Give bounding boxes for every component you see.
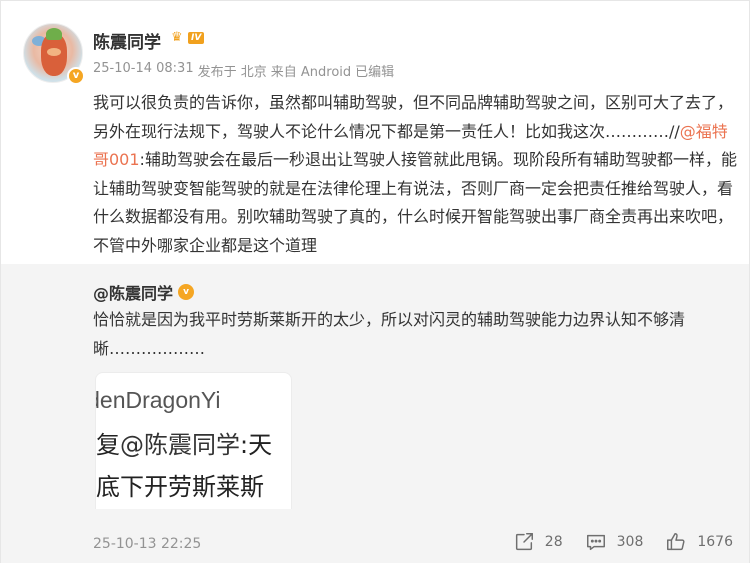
like-icon bbox=[667, 533, 685, 551]
crown-icon: ♛ bbox=[171, 30, 183, 45]
post-location: 发布于 北京 bbox=[197, 65, 267, 80]
comment-icon bbox=[586, 534, 605, 551]
post-source: 来自 Android bbox=[270, 65, 352, 80]
like-button[interactable]: 1676 bbox=[665, 531, 733, 553]
repost-image[interactable]: ldenDragonYi 复@陈震同学:天 底下开劳斯莱斯 bbox=[95, 372, 292, 519]
repost-footer: 25-10-13 22:25 28 308 1676 bbox=[1, 509, 749, 563]
author-name[interactable]: 陈震同学 bbox=[93, 28, 161, 53]
action-bar: 28 308 1676 bbox=[491, 531, 733, 553]
repost-author[interactable]: @陈震同学 bbox=[93, 280, 173, 304]
post-edited[interactable]: 已编辑 bbox=[355, 61, 394, 80]
post-content: 我可以很负责的告诉你，虽然都叫辅助驾驶，但不同品牌辅助驾驶之间，区别可大了去了，… bbox=[93, 89, 738, 260]
avatar[interactable]: v bbox=[23, 23, 85, 85]
repost-date[interactable]: 25-10-13 22:25 bbox=[93, 536, 201, 552]
repost-text: 恰恰就是因为我平时劳斯莱斯开的太少，所以对闪灵的辅助驾驶能力边界认知不够清晰……… bbox=[93, 310, 686, 358]
image-text-line-3: 底下开劳斯莱斯 bbox=[96, 473, 264, 501]
vip-level-badge[interactable]: ♛ IV bbox=[171, 30, 205, 45]
image-text-line-1: ldenDragonYi bbox=[95, 387, 221, 413]
share-icon bbox=[515, 533, 533, 551]
content-text-1: 我可以很负责的告诉你，虽然都叫辅助驾驶，但不同品牌辅助驾驶之间，区别可大了去了，… bbox=[93, 93, 734, 141]
level-label: IV bbox=[188, 31, 205, 44]
image-text-line-2: 复@陈震同学:天 bbox=[96, 431, 273, 459]
comment-button[interactable]: 308 bbox=[585, 531, 644, 553]
verified-icon: v bbox=[178, 284, 195, 300]
share-button[interactable]: 28 bbox=[513, 531, 563, 553]
weibo-post: v 陈震同学 ♛ IV 25-10-14 08:31 发布于 北京 来自 And… bbox=[0, 0, 750, 563]
reposted-content[interactable]: @陈震同学 v 恰恰就是因为我平时劳斯莱斯开的太少，所以对闪灵的辅助驾驶能力边界… bbox=[1, 264, 749, 519]
post-timestamp[interactable]: 25-10-14 08:31 bbox=[93, 61, 194, 80]
post-meta: 25-10-14 08:31 发布于 北京 来自 Android 已编辑 bbox=[93, 61, 394, 80]
verified-icon: v bbox=[67, 67, 85, 85]
share-count: 28 bbox=[544, 534, 563, 550]
like-count: 1676 bbox=[697, 534, 733, 550]
comment-count: 308 bbox=[616, 534, 644, 550]
content-text-2: :辅助驾驶会在最后一秒退出让驾驶人接管就此甩锅。现阶段所有辅助驾驶都一样，能让辅… bbox=[93, 150, 737, 255]
repost-header: @陈震同学 v bbox=[93, 280, 195, 304]
